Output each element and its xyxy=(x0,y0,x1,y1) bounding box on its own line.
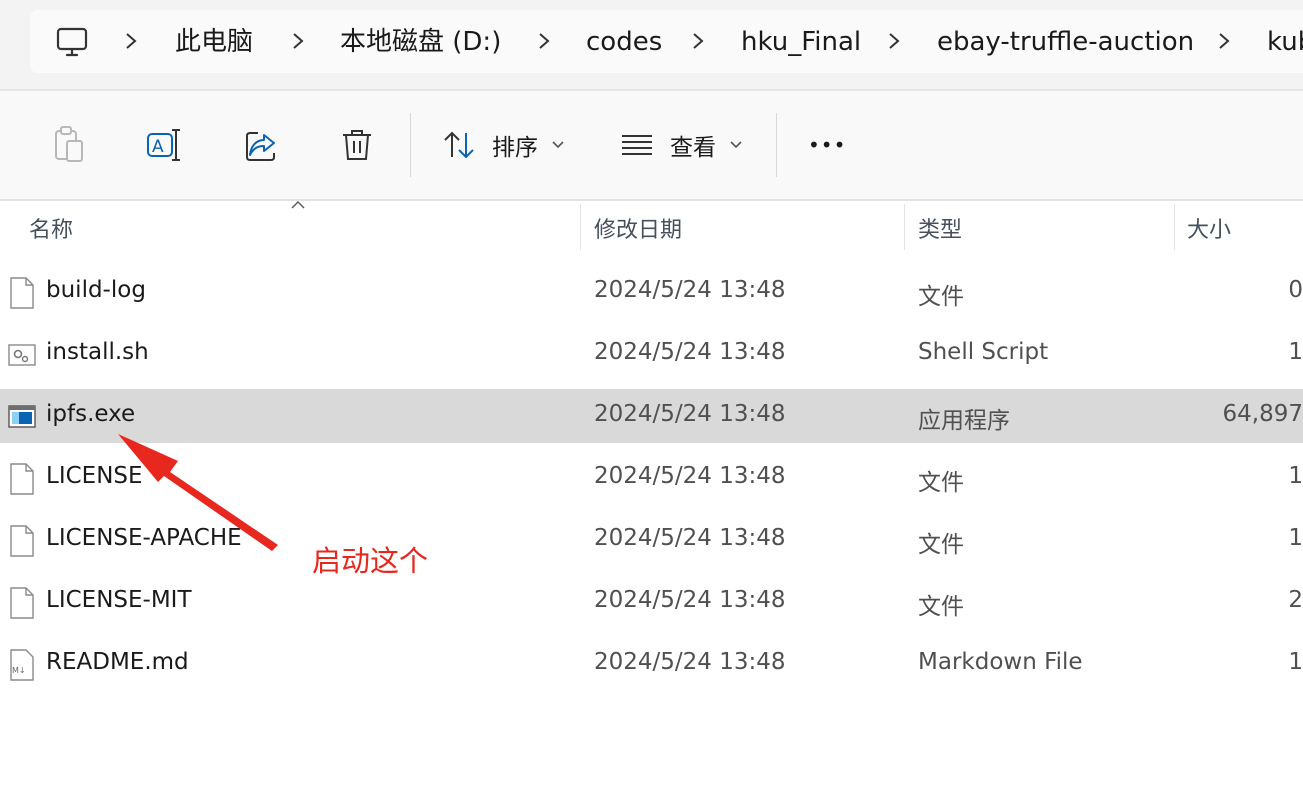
script-file-icon xyxy=(8,344,36,366)
chevron-right-icon xyxy=(293,33,304,49)
sort-button[interactable]: 排序 xyxy=(442,123,568,167)
file-name: README.md xyxy=(46,649,189,675)
breadcrumb-item-this-pc[interactable]: 此电脑 xyxy=(175,24,253,60)
rename-button[interactable]: A xyxy=(146,123,184,167)
list-view-icon xyxy=(622,135,652,155)
more-options-button[interactable]: ••• xyxy=(808,123,846,167)
chevron-right-icon xyxy=(889,33,900,49)
file-date: 2024/5/24 13:48 xyxy=(594,587,786,613)
address-bar-area: 此电脑 本地磁盘 (D:) codes hku_Final ebay-truff… xyxy=(0,0,1303,90)
sort-label: 排序 xyxy=(492,135,538,161)
chevron-down-icon xyxy=(552,141,564,149)
file-type: 文件 xyxy=(918,284,964,310)
more-icon: ••• xyxy=(808,133,847,157)
file-size: 2 xyxy=(1288,587,1303,613)
file-date: 2024/5/24 13:48 xyxy=(594,401,786,427)
view-label: 查看 xyxy=(670,135,716,161)
rename-icon: A xyxy=(147,129,180,161)
markdown-file-icon: M↓ xyxy=(10,649,34,681)
file-row[interactable]: install.sh 2024/5/24 13:48 Shell Script … xyxy=(0,327,1303,381)
file-name: LICENSE-MIT xyxy=(46,587,192,613)
file-size: 1 xyxy=(1288,463,1303,489)
file-type: 文件 xyxy=(918,594,964,620)
column-header-size[interactable]: 大小 xyxy=(1187,212,1231,244)
breadcrumb-item-codes[interactable]: codes xyxy=(586,24,662,60)
svg-text:M↓: M↓ xyxy=(12,666,26,675)
share-icon xyxy=(246,132,275,161)
file-date: 2024/5/24 13:48 xyxy=(594,339,786,365)
file-type: Markdown File xyxy=(918,649,1083,675)
trash-icon xyxy=(343,130,371,160)
file-date: 2024/5/24 13:48 xyxy=(594,649,786,675)
view-button[interactable]: 查看 xyxy=(620,123,746,167)
breadcrumb-item-hku-final[interactable]: hku_Final xyxy=(741,24,861,60)
file-name: ipfs.exe xyxy=(46,401,136,427)
column-header-name[interactable]: 名称 xyxy=(29,212,73,244)
chevron-down-icon xyxy=(730,141,742,149)
file-row[interactable]: LICENSE 2024/5/24 13:48 文件 1 xyxy=(0,451,1303,505)
breadcrumb-item-kub[interactable]: kub xyxy=(1267,24,1303,60)
divider xyxy=(0,199,1303,201)
blank-file-icon xyxy=(10,525,34,557)
exe-file-icon xyxy=(8,405,36,428)
file-size: 1 xyxy=(1288,339,1303,365)
file-type: 文件 xyxy=(918,470,964,496)
file-date: 2024/5/24 13:48 xyxy=(594,277,786,303)
column-header-date[interactable]: 修改日期 xyxy=(594,212,682,244)
annotation-text: 启动这个 xyxy=(312,544,429,578)
column-header-type[interactable]: 类型 xyxy=(918,212,962,244)
chevron-right-icon xyxy=(126,33,137,49)
svg-text:A: A xyxy=(152,137,164,157)
column-divider[interactable] xyxy=(904,204,905,250)
breadcrumb-item-local-disk[interactable]: 本地磁盘 (D:) xyxy=(340,24,501,60)
file-date: 2024/5/24 13:48 xyxy=(594,463,786,489)
file-row[interactable]: M↓ README.md 2024/5/24 13:48 Markdown Fi… xyxy=(0,637,1303,691)
sort-icon xyxy=(444,131,474,159)
blank-file-icon xyxy=(10,463,34,495)
file-size: 1 xyxy=(1288,525,1303,551)
file-name: LICENSE xyxy=(46,463,143,489)
file-size: 1 xyxy=(1288,649,1303,675)
blank-file-icon xyxy=(10,277,34,309)
blank-file-icon xyxy=(10,587,34,619)
file-row-selected[interactable]: ipfs.exe 2024/5/24 13:48 应用程序 64,897 xyxy=(0,389,1303,443)
toolbar-separator xyxy=(776,113,777,177)
delete-button[interactable] xyxy=(340,123,374,167)
file-name: install.sh xyxy=(46,339,149,365)
file-row[interactable]: build-log 2024/5/24 13:48 文件 0 xyxy=(0,265,1303,319)
toolbar-separator xyxy=(410,113,411,177)
file-name: build-log xyxy=(46,277,146,303)
chevron-right-icon xyxy=(693,33,704,49)
share-button[interactable] xyxy=(244,123,280,167)
file-row[interactable]: LICENSE-MIT 2024/5/24 13:48 文件 2 xyxy=(0,575,1303,629)
chevron-right-icon xyxy=(1219,33,1230,49)
file-date: 2024/5/24 13:48 xyxy=(594,525,786,551)
computer-icon[interactable] xyxy=(55,25,89,59)
file-size: 64,897 xyxy=(1222,401,1303,427)
file-size: 0 xyxy=(1288,277,1303,303)
chevron-right-icon xyxy=(539,33,550,49)
column-divider[interactable] xyxy=(580,204,581,250)
column-divider[interactable] xyxy=(1174,204,1175,250)
sort-ascending-icon xyxy=(291,201,305,209)
file-type: 文件 xyxy=(918,532,964,558)
command-bar: A 排序 查看 ••• xyxy=(0,91,1303,199)
file-name: LICENSE-APACHE xyxy=(46,525,242,551)
breadcrumb[interactable]: 此电脑 本地磁盘 (D:) codes hku_Final ebay-truff… xyxy=(30,10,1303,73)
clipboard-icon xyxy=(55,126,83,162)
file-type: 应用程序 xyxy=(918,408,1010,434)
file-type: Shell Script xyxy=(918,339,1049,365)
file-row[interactable]: LICENSE-APACHE 2024/5/24 13:48 文件 1 xyxy=(0,513,1303,567)
breadcrumb-item-ebay-truffle-auction[interactable]: ebay-truffle-auction xyxy=(937,24,1194,60)
paste-button[interactable] xyxy=(52,123,86,167)
